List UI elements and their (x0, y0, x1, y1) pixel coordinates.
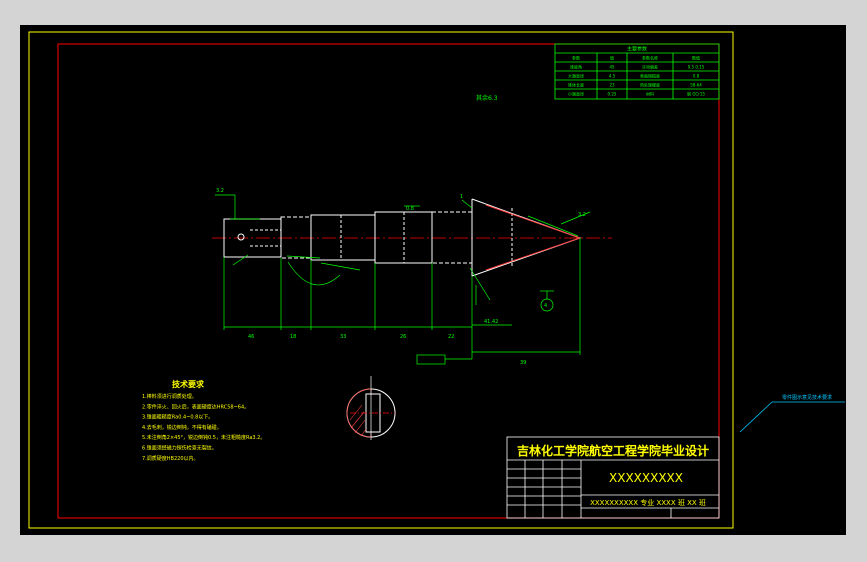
param-cell: 参数名称 (642, 55, 658, 61)
tech-req-item: 6.锥面须经磁力探伤检查无裂纹。 (142, 445, 217, 452)
cone-red-lines (485, 204, 581, 271)
tech-req-item: 1.棒料须进行调质处理。 (142, 393, 197, 400)
param-cell: 值 (610, 55, 614, 61)
param-cell: 小端直径 (568, 91, 584, 97)
section-hatch (349, 404, 367, 437)
cad-drawing: 主要参数 参数 值 参数名称 数值锥度角 45 许用偏差 0.5 0.15 大端直径 4.5 表面… (28, 31, 845, 529)
svg-text:46: 46 (248, 334, 254, 340)
param-table-cells: 参数 值 参数名称 数值锥度角 45 许用偏差 0.5 0.15 大端直径 4.5 表面粗糙度 0.… (568, 55, 705, 97)
svg-text:39: 39 (520, 360, 526, 366)
svg-text:41.42: 41.42 (484, 319, 498, 325)
roughness-note: 其余6.3 (476, 94, 498, 102)
svg-text:18: 18 (290, 334, 296, 340)
svg-text:22: 22 (448, 334, 454, 340)
param-cell: 0.5 0.15 (688, 65, 705, 70)
drawing-name: XXXXXXXXX (609, 471, 683, 485)
param-cell: 锥度角 (570, 64, 582, 70)
param-cell: 材料 (646, 91, 654, 97)
tech-req-item: 7.调质硬度HB220以内。 (142, 455, 199, 462)
param-cell: 23 (609, 83, 615, 88)
svg-text:1: 1 (460, 194, 463, 200)
shaft-outline (223, 198, 582, 277)
section-view (346, 376, 396, 440)
callout-note: 零件图示意见技术要求 (782, 394, 832, 401)
tech-req-item: 2.零件淬火、回火后，表面硬度达HRC58~64。 (142, 403, 249, 410)
svg-text:26: 26 (400, 334, 406, 340)
tech-req-item: 5.未注倒角2×45°，锐边倒钝0.5，未注粗糙度Ra3.2。 (142, 434, 265, 441)
class-line: XXXXXXXXXX 专业 XXXX 班 XX 班 (590, 498, 706, 507)
param-cell: 热处理硬度 (640, 82, 660, 88)
param-cell: 0.8 (693, 74, 700, 79)
param-cell: 参数 (572, 55, 580, 61)
param-table-title: 主要参数 (627, 46, 647, 53)
tech-req-list: 1.棒料须进行调质处理。 2.零件淬火、回火后，表面硬度达HRC58~64。 3.锥… (142, 393, 265, 462)
svg-text:0.8: 0.8 (406, 206, 414, 212)
param-cell: 钢 GCr15 (687, 91, 705, 97)
tech-req-heading: 技术要求 (172, 379, 205, 389)
param-cell: 4.5 (609, 74, 616, 79)
svg-text:33: 33 (340, 334, 346, 340)
svg-text:3.2: 3.2 (216, 188, 224, 194)
dimension-text: 3.2 46 18 33 26 22 41.42 39 4 0.8 1 3.2 (216, 188, 586, 366)
param-cell: 0.25 (608, 92, 617, 97)
svg-text:4: 4 (544, 303, 547, 309)
param-cell: 58-64 (690, 83, 702, 88)
svg-text:3.2: 3.2 (578, 212, 586, 218)
param-cell: 大端直径 (568, 73, 584, 79)
tech-req-item: 3.锥面粗糙度Ra0.4~0.8以下。 (142, 414, 213, 421)
param-cell: 表面粗糙度 (640, 73, 660, 79)
param-cell: 45 (609, 65, 615, 70)
param-cell: 许用偏差 (642, 64, 658, 70)
callout-leader (739, 401, 773, 433)
tech-req-item: 4.去毛刺，锐边倒钝，不得有磕碰。 (142, 424, 222, 431)
param-cell: 数值 (692, 55, 700, 61)
param-cell: 锥体长度 (568, 82, 584, 88)
school-title: 吉林化工学院航空工程学院毕业设计 (517, 443, 709, 458)
